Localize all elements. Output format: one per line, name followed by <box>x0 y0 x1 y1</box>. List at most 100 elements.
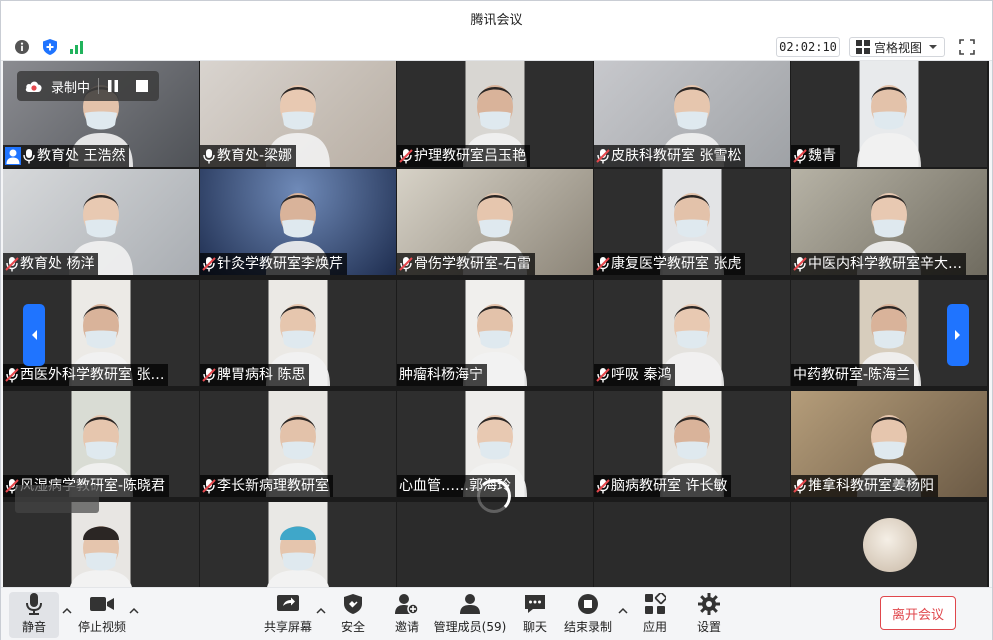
chat-label: 聊天 <box>522 620 547 634</box>
participant-tile[interactable]: 脾胃病科 陈思 <box>200 280 396 386</box>
participant-name-bar: 护理教研室吕玉艳 <box>397 145 530 167</box>
invite-button[interactable]: 邀请 <box>389 592 425 638</box>
mute-button[interactable]: 静音 <box>9 592 59 638</box>
security-button[interactable]: 安全 <box>335 592 371 638</box>
participant-tile[interactable] <box>397 502 593 587</box>
participant-name: 西医外科学教研室 张… <box>20 367 165 383</box>
next-page-button[interactable] <box>947 304 969 366</box>
participant-tile[interactable] <box>594 502 790 587</box>
muted-mic-icon <box>399 149 413 164</box>
floating-controls[interactable] <box>15 485 99 513</box>
muted-mic-icon <box>202 368 216 383</box>
microphone-icon <box>21 592 47 616</box>
signal-icon[interactable] <box>68 38 86 56</box>
participant-name: 推拿科教研室姜杨阳 <box>808 478 934 494</box>
members-icon <box>457 592 483 616</box>
mute-options-caret-icon[interactable] <box>62 606 72 616</box>
video-camera-icon <box>89 592 115 616</box>
participant-name: 教育处 王浩然 <box>37 148 126 164</box>
participant-tile[interactable]: 魏青 <box>791 61 987 167</box>
share-screen-icon <box>275 592 301 616</box>
participant-tile[interactable]: 中医内科学教研室辛大… <box>791 169 987 275</box>
participant-name: 魏青 <box>808 148 836 164</box>
previous-page-button[interactable] <box>23 304 45 366</box>
participant-tile[interactable]: 推拿科教研室姜杨阳 <box>791 391 987 497</box>
participant-tile[interactable]: 肿瘤科杨海宁 <box>397 280 593 386</box>
participant-tile[interactable]: 护理教研室吕玉艳 <box>397 61 593 167</box>
participant-name-bar: 皮肤科教研室 张雪松 <box>594 145 746 167</box>
participant-name-bar: 脾胃病科 陈思 <box>200 364 310 386</box>
recording-label: 录制中 <box>51 80 91 96</box>
stop-video-button[interactable]: 停止视频 <box>75 592 129 638</box>
fullscreen-icon[interactable] <box>958 38 976 56</box>
participant-name-bar: 教育处 王浩然 <box>3 145 130 167</box>
participant-tile[interactable]: 康复医学教研室 张虎 <box>594 169 790 275</box>
participant-tile[interactable]: 风湿病学教研室-陈晓君 <box>3 391 199 497</box>
host-icon <box>5 147 21 165</box>
chat-button[interactable]: 聊天 <box>517 592 553 638</box>
manage-members-button[interactable]: 管理成员(59) <box>433 592 507 638</box>
settings-button[interactable]: 设置 <box>691 592 727 638</box>
microphone-icon <box>203 149 215 164</box>
participant-avatar <box>863 518 917 572</box>
view-mode-button[interactable]: 宫格视图 <box>849 37 945 57</box>
shield-icon[interactable] <box>41 38 59 56</box>
participant-name-bar: 针灸学教研室李焕芹 <box>200 253 347 275</box>
muted-mic-icon <box>596 479 610 494</box>
participant-tile[interactable]: 脑病教研室 许长敏 <box>594 391 790 497</box>
stop-recording-icon[interactable] <box>135 79 149 93</box>
participant-name: 中医内科学教研室辛大… <box>808 256 962 272</box>
shield-icon <box>340 592 366 616</box>
meeting-timer: 02:02:10 <box>776 37 840 57</box>
apps-icon <box>642 592 668 616</box>
participant-tile[interactable] <box>791 502 987 587</box>
video-options-caret-icon[interactable] <box>129 606 139 616</box>
microphone-icon <box>23 149 35 164</box>
participant-name: 护理教研室吕玉艳 <box>414 148 526 164</box>
loading-spinner-icon <box>477 479 511 513</box>
security-label: 安全 <box>340 620 365 634</box>
muted-mic-icon <box>596 149 610 164</box>
share-screen-button[interactable]: 共享屏幕 <box>263 592 313 638</box>
participant-tile[interactable]: 皮肤科教研室 张雪松 <box>594 61 790 167</box>
participant-name-bar: 脑病教研室 许长敏 <box>594 475 732 497</box>
leave-meeting-button[interactable]: 离开会议 <box>880 596 956 630</box>
recording-indicator[interactable]: 录制中 <box>17 71 159 101</box>
participant-tile[interactable]: 教育处 杨洋 <box>3 169 199 275</box>
participant-name-bar: 教育处-梁娜 <box>200 145 297 167</box>
recording-options-caret-icon[interactable] <box>618 606 628 616</box>
view-mode-label: 宫格视图 <box>874 40 923 55</box>
apps-button[interactable]: 应用 <box>637 592 673 638</box>
end-recording-button[interactable]: 结束录制 <box>563 592 613 638</box>
participant-tile[interactable]: 针灸学教研室李焕芹 <box>200 169 396 275</box>
stop-video-label: 停止视频 <box>77 620 126 634</box>
caret-down-icon <box>929 45 937 49</box>
chevron-right-icon <box>955 330 960 340</box>
participant-name-bar: 肿瘤科杨海宁 <box>397 364 487 386</box>
participant-tile[interactable]: 录制中教育处 王浩然 <box>3 61 199 167</box>
top-toolbar: 02:02:10 宫格视图 <box>1 33 992 61</box>
chat-bubble-icon <box>522 592 548 616</box>
participant-name-bar: 中药教研室-陈海兰 <box>791 364 915 386</box>
muted-mic-icon <box>399 257 413 272</box>
gear-icon <box>696 592 722 616</box>
share-options-caret-icon[interactable] <box>316 606 326 616</box>
participant-tile[interactable]: 李长新病理教研室 <box>200 391 396 497</box>
participant-tile[interactable] <box>3 502 199 587</box>
participant-tile[interactable]: 教育处-梁娜 <box>200 61 396 167</box>
participant-name: 针灸学教研室李焕芹 <box>217 256 343 272</box>
meeting-window: 腾讯会议 02:02:10 宫格视图 录制中 教育处 王浩然 教育处-梁娜 护理教研室… <box>0 0 993 640</box>
participant-tile[interactable]: 呼吸 秦鸿 <box>594 280 790 386</box>
participant-name-bar: 李长新病理教研室 <box>200 475 333 497</box>
pause-recording-icon[interactable] <box>107 79 119 93</box>
add-user-icon <box>394 592 420 616</box>
participant-name: 中药教研室-陈海兰 <box>793 367 911 383</box>
window-title: 腾讯会议 <box>470 13 523 28</box>
participant-tile[interactable] <box>200 502 396 587</box>
apps-label: 应用 <box>642 620 667 634</box>
info-icon[interactable] <box>13 38 31 56</box>
muted-mic-icon <box>202 257 216 272</box>
participant-name: 呼吸 秦鸿 <box>611 367 672 383</box>
participant-tile[interactable]: 骨伤学教研室-石雷 <box>397 169 593 275</box>
participant-avatar <box>70 526 132 587</box>
